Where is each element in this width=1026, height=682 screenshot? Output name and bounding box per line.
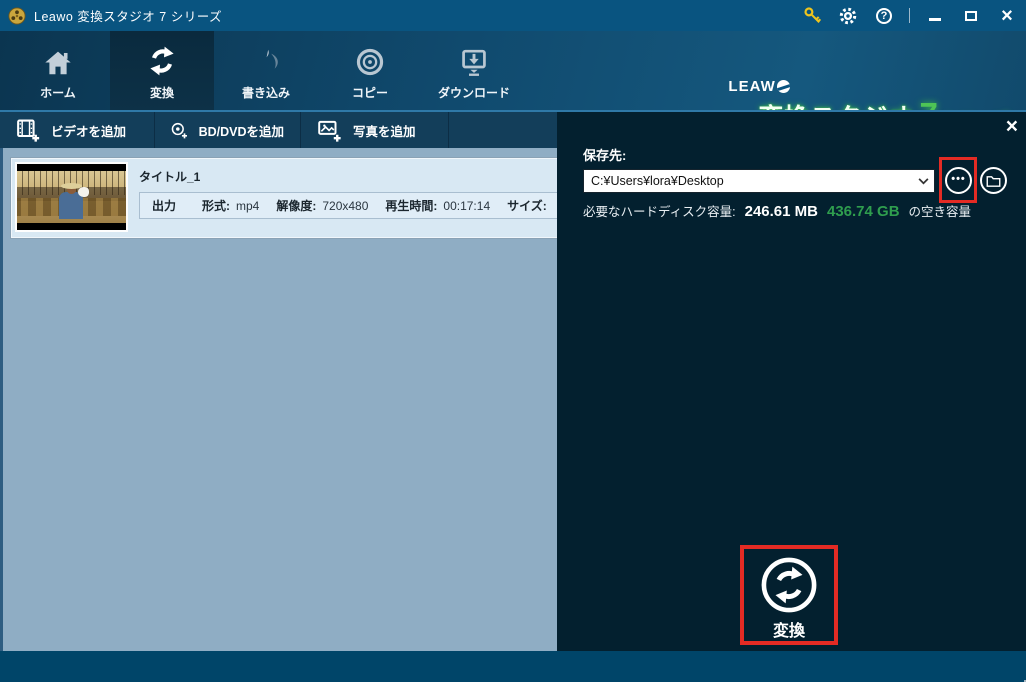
- tab-convert-label: 変換: [149, 86, 174, 100]
- leawo-logo-o-icon: O: [776, 80, 790, 93]
- add-video-icon: [17, 119, 40, 142]
- duration-label: 再生時間:: [385, 199, 438, 213]
- required-size-value: 246.61 MB: [744, 203, 818, 220]
- tab-home[interactable]: ホーム: [6, 31, 110, 110]
- convert-settings-panel: × 保存先: ••• 必要なハードディスク容量: 246.61 MB 436.7…: [557, 112, 1026, 651]
- size-label: サイズ:: [507, 199, 547, 213]
- video-metadata-box: 出力 形式: mp4 解像度: 720x480 再生時間: 00:17:14 サ…: [139, 192, 557, 219]
- tab-download-label: ダウンロード: [437, 86, 510, 100]
- save-destination-label: 保存先:: [583, 148, 627, 163]
- thumbnail-scene: [17, 171, 126, 223]
- titlebar: Leawo 変換スタジオ 7 シリーズ ? ×: [0, 0, 1026, 31]
- titlebar-separator: [909, 8, 910, 23]
- ellipsis-icon: •••: [951, 172, 966, 185]
- resolution-label: 解像度:: [276, 199, 317, 213]
- capacity-label: 必要なハードディスク容量:: [583, 205, 736, 219]
- convert-button[interactable]: 変換: [760, 556, 818, 641]
- burn-icon: [266, 49, 278, 69]
- help-icon: ?: [876, 7, 892, 24]
- thumbnail-detail: [78, 187, 89, 197]
- home-icon: [45, 51, 71, 75]
- annotation-red-box-convert: 変換: [740, 545, 838, 645]
- save-path-input[interactable]: [584, 174, 912, 188]
- copy-disc-icon: [356, 48, 384, 76]
- nav-tabs: ホーム 変換 書き込み コピー ダウンロード: [6, 31, 526, 110]
- register-key-icon: [803, 7, 821, 23]
- window-title: Leawo 変換スタジオ 7 シリーズ: [34, 10, 223, 24]
- leawo-logo-text: LEAW: [728, 78, 776, 95]
- tab-copy-label: コピー: [351, 86, 388, 100]
- settings-button[interactable]: [837, 5, 859, 27]
- tab-copy[interactable]: コピー: [318, 31, 422, 110]
- register-key-button[interactable]: [801, 5, 823, 27]
- add-bd-dvd-icon: [171, 122, 187, 138]
- tab-burn[interactable]: 書き込み: [214, 31, 318, 110]
- duration-value: 00:17:14: [443, 198, 491, 213]
- panel-close-button[interactable]: ×: [1006, 114, 1018, 140]
- file-list-area: タイトル_1 出力 形式: mp4 解像度: 720x480 再生時間: 00:…: [0, 148, 557, 651]
- folder-icon: [986, 176, 1001, 187]
- main-navbar: ホーム 変換 書き込み コピー ダウンロード LEAW: [0, 31, 1026, 133]
- maximize-button[interactable]: [960, 5, 982, 27]
- leawo-logo: LEAWO: [728, 78, 790, 95]
- format-label: 形式:: [202, 199, 231, 213]
- combobox-dropdown-button[interactable]: [912, 170, 934, 192]
- resize-grip[interactable]: [1020, 676, 1022, 678]
- video-item-info: タイトル_1 出力 形式: mp4 解像度: 720x480 再生時間: 00:…: [128, 162, 557, 234]
- minimize-button[interactable]: [924, 5, 946, 27]
- add-bd-dvd-label: BD/DVDを追加: [198, 124, 284, 139]
- close-icon: ×: [1001, 4, 1013, 27]
- free-space-suffix: の空き容量: [908, 205, 972, 219]
- download-icon: [462, 49, 486, 76]
- tab-burn-label: 書き込み: [241, 86, 290, 100]
- add-photo-label: 写真を追加: [353, 124, 416, 139]
- tab-convert[interactable]: 変換: [110, 31, 214, 110]
- chevron-down-icon: [918, 177, 928, 184]
- video-title: タイトル_1: [139, 170, 201, 184]
- close-icon: ×: [1005, 115, 1018, 138]
- add-video-button[interactable]: ビデオを追加: [0, 112, 155, 148]
- video-thumbnail: [15, 162, 128, 232]
- free-size-value: 436.74 GB: [826, 203, 900, 220]
- status-bar: [0, 651, 1026, 682]
- add-photo-button[interactable]: 写真を追加: [301, 112, 449, 148]
- close-window-button[interactable]: ×: [996, 5, 1018, 27]
- format-value: mp4: [236, 198, 260, 213]
- add-bd-dvd-button[interactable]: BD/DVDを追加: [155, 112, 301, 148]
- app-reel-icon: [8, 6, 26, 25]
- output-label: 出力: [152, 199, 177, 213]
- disk-capacity-info: 必要なハードディスク容量: 246.61 MB 436.74 GB の空き容量: [583, 201, 971, 220]
- open-folder-button[interactable]: [980, 167, 1007, 194]
- tab-download[interactable]: ダウンロード: [422, 31, 526, 110]
- convert-icon: [761, 557, 817, 613]
- settings-gear-icon: [839, 7, 857, 24]
- tab-home-label: ホーム: [40, 86, 76, 100]
- help-button[interactable]: ?: [873, 5, 895, 27]
- resolution-value: 720x480: [322, 198, 369, 213]
- maximize-icon: [965, 10, 977, 21]
- browse-destination-button[interactable]: •••: [945, 167, 972, 194]
- minimize-icon: [929, 18, 941, 21]
- convert-button-label: 変換: [772, 623, 805, 640]
- add-video-label: ビデオを追加: [51, 124, 127, 139]
- save-path-combobox[interactable]: [583, 169, 935, 193]
- add-photo-icon: [318, 120, 341, 142]
- add-media-toolbar: ビデオを追加 BD/DVDを追加 写真を追加: [0, 112, 557, 148]
- convert-icon: [150, 46, 174, 76]
- toolbar-highlight-line: [0, 110, 1026, 112]
- video-item-row[interactable]: タイトル_1 出力 形式: mp4 解像度: 720x480 再生時間: 00:…: [11, 158, 557, 238]
